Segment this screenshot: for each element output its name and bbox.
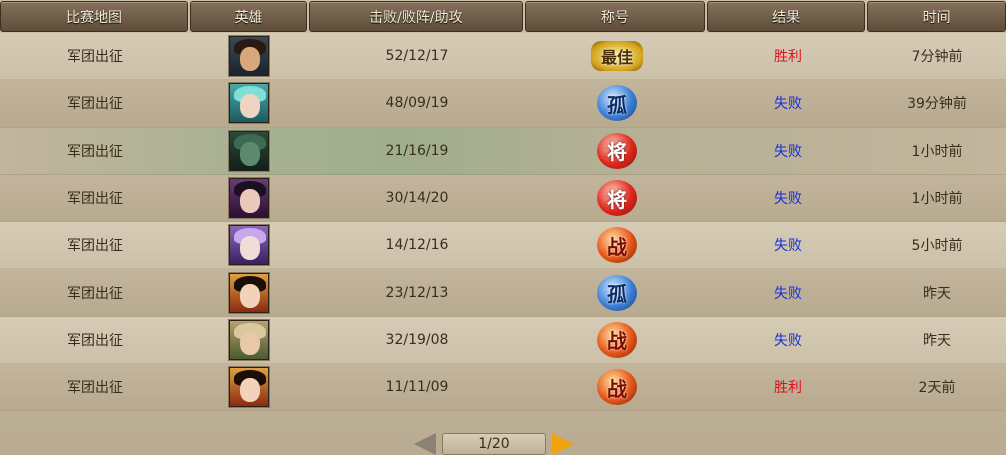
result-text: 失败 — [774, 143, 802, 160]
result-text: 胜利 — [774, 49, 802, 66]
prev-page-arrow-icon[interactable] — [414, 433, 436, 455]
time-text: 昨天 — [923, 332, 951, 349]
table-row[interactable]: 军团出征 32/19/08 战 失败 昨天 — [0, 316, 1006, 365]
hero-portrait-purple-haired-woman[interactable] — [229, 225, 269, 266]
result-text: 失败 — [774, 285, 802, 302]
table-row[interactable]: 军团出征 52/12/17 最佳 胜利 7分钟前 — [0, 33, 1006, 81]
time-text: 7分钟前 — [911, 49, 963, 66]
map-name: 军团出征 — [67, 332, 123, 349]
kda-value: 23/12/13 — [385, 284, 449, 301]
pagination: 1/20 — [414, 433, 574, 455]
kda-value: 11/11/09 — [385, 379, 449, 396]
match-rows: 军团出征 52/12/17 最佳 胜利 7分钟前 军团出征 48/09/19 孤… — [0, 33, 1006, 412]
kda-value: 52/12/17 — [385, 48, 449, 65]
map-name: 军团出征 — [67, 191, 123, 208]
kda-value: 21/16/19 — [385, 142, 449, 159]
header-time[interactable]: 时间 — [867, 1, 1006, 32]
time-text: 39分钟前 — [907, 96, 967, 113]
hero-portrait-masked-warrior[interactable] — [229, 130, 269, 171]
header-result[interactable]: 结果 — [706, 1, 866, 32]
hero-portrait-red-clad-woman[interactable] — [229, 272, 269, 313]
solo-badge: 孤 — [597, 85, 637, 122]
hero-portrait-armored-man[interactable] — [229, 319, 269, 360]
table-row[interactable]: 军团出征 11/11/09 战 胜利 2天前 — [0, 364, 1006, 412]
battle-badge: 战 — [597, 321, 637, 358]
table-header: 比赛地图 英雄 击败/败阵/助攻 称号 结果 时间 — [0, 0, 1006, 33]
next-page-arrow-icon[interactable] — [552, 433, 574, 455]
hero-portrait-bearded-man[interactable] — [229, 36, 269, 77]
page-indicator: 1/20 — [442, 433, 546, 455]
table-row[interactable]: 军团出征 30/14/20 将 失败 1小时前 — [0, 174, 1006, 223]
result-text: 失败 — [774, 96, 802, 113]
time-text: 1小时前 — [911, 143, 963, 160]
header-title[interactable]: 称号 — [524, 1, 705, 32]
map-name: 军团出征 — [67, 380, 123, 397]
map-name: 军团出征 — [67, 49, 123, 66]
table-row[interactable]: 军团出征 21/16/19 将 失败 1小时前 — [0, 127, 1006, 175]
kda-value: 14/12/16 — [385, 237, 449, 254]
header-kda[interactable]: 击败/败阵/助攻 — [308, 1, 523, 32]
kda-value: 32/19/08 — [385, 331, 449, 348]
map-name: 军团出征 — [67, 96, 123, 113]
kda-value: 30/14/20 — [385, 190, 449, 207]
result-text: 失败 — [774, 238, 802, 255]
hero-portrait-red-clad-woman[interactable] — [229, 367, 269, 408]
time-text: 5小时前 — [911, 238, 963, 255]
match-history-panel: 比赛地图 英雄 击败/败阵/助攻 称号 结果 时间 军团出征 52/12/17 … — [0, 0, 1006, 455]
general-badge: 将 — [597, 180, 637, 217]
result-text: 胜利 — [774, 380, 802, 397]
map-name: 军团出征 — [67, 285, 123, 302]
time-text: 2天前 — [918, 380, 956, 397]
battle-badge: 战 — [597, 369, 637, 406]
hero-portrait-dark-haired-man[interactable] — [229, 178, 269, 219]
table-row[interactable]: 军团出征 23/12/13 孤 失败 昨天 — [0, 269, 1006, 317]
map-name: 军团出征 — [67, 238, 123, 255]
header-map[interactable]: 比赛地图 — [0, 1, 189, 32]
header-hero[interactable]: 英雄 — [190, 1, 307, 32]
result-text: 失败 — [774, 332, 802, 349]
table-row[interactable]: 军团出征 48/09/19 孤 失败 39分钟前 — [0, 80, 1006, 128]
general-badge: 将 — [597, 132, 637, 169]
solo-badge: 孤 — [597, 274, 637, 311]
result-text: 失败 — [774, 191, 802, 208]
map-name: 军团出征 — [67, 143, 123, 160]
time-text: 昨天 — [923, 285, 951, 302]
hero-portrait-teal-haired-woman[interactable] — [229, 83, 269, 124]
best-badge: 最佳 — [591, 41, 643, 72]
time-text: 1小时前 — [911, 191, 963, 208]
kda-value: 48/09/19 — [385, 95, 449, 112]
table-row[interactable]: 军团出征 14/12/16 战 失败 5小时前 — [0, 222, 1006, 270]
battle-badge: 战 — [597, 227, 637, 264]
